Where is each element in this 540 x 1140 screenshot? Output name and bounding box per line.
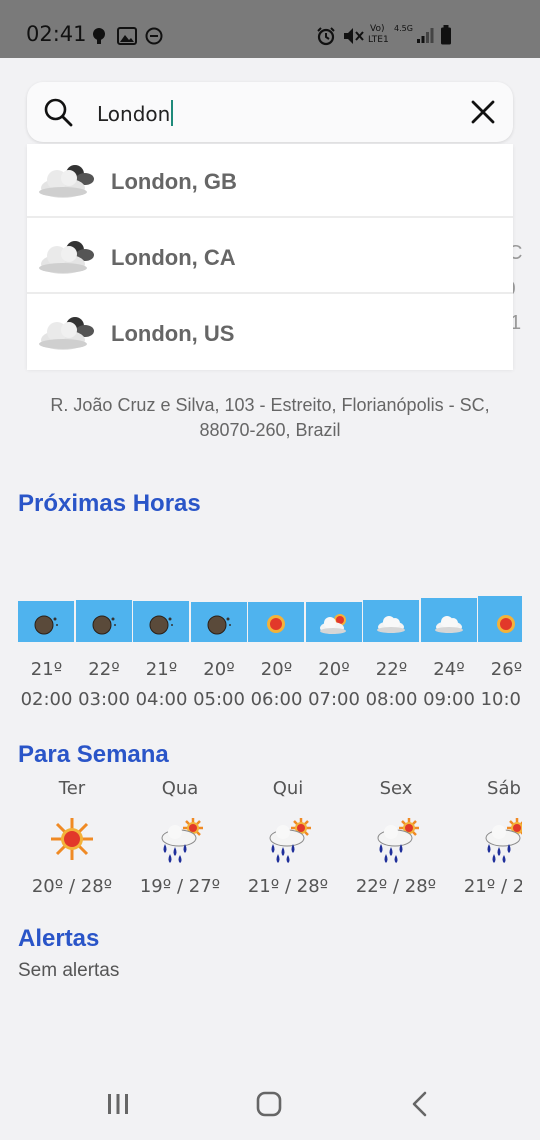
hourly-time: 04:00 <box>135 689 188 710</box>
hourly-temperature: 22º <box>375 659 408 680</box>
hourly-temperature: 24º <box>433 659 465 680</box>
volte-label: Vo) <box>370 24 385 34</box>
hourly-forecast[interactable]: 21º 02:00 22º 03:00 21º 04:00 20º 05:00 20º 06:00… <box>18 540 522 710</box>
alarm-icon <box>317 27 335 46</box>
weekly-temperature-range: 21º / 28º <box>247 876 329 897</box>
hourly-temperature: 22º <box>88 659 120 680</box>
hourly-time: 03:00 <box>78 689 130 710</box>
search-query-text: London <box>97 102 171 126</box>
hourly-temperature: 21º <box>30 659 63 680</box>
alerts-text: Sem alertas <box>18 960 120 981</box>
suggestion-item[interactable]: London, GB <box>27 144 513 218</box>
signal-icon <box>417 28 434 43</box>
hourly-item: 26º 10:00 <box>478 540 522 710</box>
network-indicator: Vo) LTE1 4.5G <box>368 24 414 48</box>
weekly-forecast[interactable]: Ter 20º / 28º Qua 19º / 27º Qui 21º / 28º Sex 2… <box>18 774 522 904</box>
suggestion-label: London, CA <box>111 245 236 270</box>
hourly-item: 21º 02:00 <box>18 540 75 710</box>
hourly-time: 05:00 <box>193 689 245 710</box>
partly-cloudy-night-icon <box>39 241 94 274</box>
hourly-temperature: 20º <box>318 659 350 680</box>
hourly-temperature: 20º <box>203 659 235 680</box>
back-icon[interactable] <box>406 1090 434 1118</box>
navigation-bar <box>0 1068 540 1140</box>
image-icon <box>117 27 137 45</box>
hourly-item: 22º 08:00 <box>363 540 420 710</box>
hourly-time: 07:00 <box>308 689 360 710</box>
search-suggestions: London, GB London, CA London, US <box>27 144 513 370</box>
status-bar: 02:41 Vo) LTE1 4.5G <box>0 0 540 58</box>
suggestion-item[interactable]: London, US <box>27 296 513 370</box>
hourly-temperature: 21º <box>145 659 178 680</box>
weekly-temperature-range: 22º / 28º <box>355 876 437 897</box>
partly-cloudy-night-icon <box>39 165 94 198</box>
hourly-time: 02:00 <box>20 689 73 710</box>
search-icon[interactable] <box>43 97 73 127</box>
status-time: 02:41 <box>26 22 87 46</box>
weekly-temperature-range: 21º / 29º <box>463 876 522 897</box>
cloud-icon <box>375 608 407 640</box>
weekly-day: Ter <box>58 778 86 799</box>
suggestion-item[interactable]: London, CA <box>27 220 513 294</box>
moon-icon <box>203 608 235 640</box>
home-icon[interactable] <box>255 1090 283 1118</box>
hourly-time: 06:00 <box>250 689 303 710</box>
weekly-temperature-range: 19º / 27º <box>139 876 221 897</box>
address: R. João Cruz e Silva, 103 - Estreito, Fl… <box>0 393 540 443</box>
moon-icon <box>145 608 177 640</box>
weekly-day: Sex <box>379 778 413 799</box>
location-pin-icon <box>93 28 105 44</box>
moon-icon <box>30 608 62 640</box>
hourly-item: 24º 09:00 <box>420 540 478 710</box>
hourly-time: 08:00 <box>365 689 418 710</box>
weekly-day: Qua <box>161 778 199 799</box>
hourly-temperature: 26º <box>490 659 522 680</box>
hourly-time: 09:00 <box>423 689 475 710</box>
address-line-2: 88070-260, Brazil <box>199 420 341 440</box>
do-not-disturb-icon <box>145 27 163 45</box>
hourly-section-title: Próximas Horas <box>18 490 201 517</box>
mute-icon <box>344 28 364 44</box>
weekly-day: Qui <box>272 778 304 799</box>
address-line-1: R. João Cruz e Silva, 103 - Estreito, Fl… <box>50 395 490 415</box>
sun-icon <box>490 608 522 640</box>
sun-icon <box>260 608 292 640</box>
partly-cloudy-night-icon <box>39 317 94 350</box>
weekly-item: Sex 22º / 28º <box>342 774 450 904</box>
hourly-item: 20º 07:00 <box>305 540 363 710</box>
lte-label: LTE1 <box>368 35 389 45</box>
hourly-time: 10:00 <box>480 689 522 710</box>
battery-icon <box>441 25 451 45</box>
weekly-item: Qui 21º / 28º <box>234 774 342 904</box>
clear-icon[interactable] <box>469 98 497 126</box>
hourly-item: 22º 03:00 <box>75 540 133 710</box>
text-cursor <box>171 100 174 126</box>
weekly-item: Qua 19º / 27º <box>126 774 234 904</box>
partly-cloudy-icon <box>318 608 350 640</box>
hourly-temperature: 20º <box>260 659 293 680</box>
recents-icon[interactable] <box>104 1090 132 1118</box>
alerts-section-title: Alertas <box>18 925 100 952</box>
hourly-item: 20º 06:00 <box>248 540 305 710</box>
weekly-item: Ter 20º / 28º <box>18 774 126 904</box>
moon-icon <box>88 608 120 640</box>
search-input[interactable]: London <box>97 100 174 126</box>
hourly-item: 20º 05:00 <box>190 540 248 710</box>
suggestion-label: London, US <box>111 321 235 346</box>
cloud-icon <box>433 608 465 640</box>
weekly-section-title: Para Semana <box>18 741 169 768</box>
search-bar[interactable]: London <box>27 82 513 142</box>
hourly-item: 21º 04:00 <box>133 540 190 710</box>
suggestion-label: London, GB <box>111 169 237 194</box>
weekly-day: Sáb <box>487 778 521 799</box>
weekly-temperature-range: 20º / 28º <box>31 876 113 897</box>
network-type-label: 4.5G <box>394 24 413 33</box>
weekly-item: Sáb 21º / 29º <box>450 774 522 904</box>
